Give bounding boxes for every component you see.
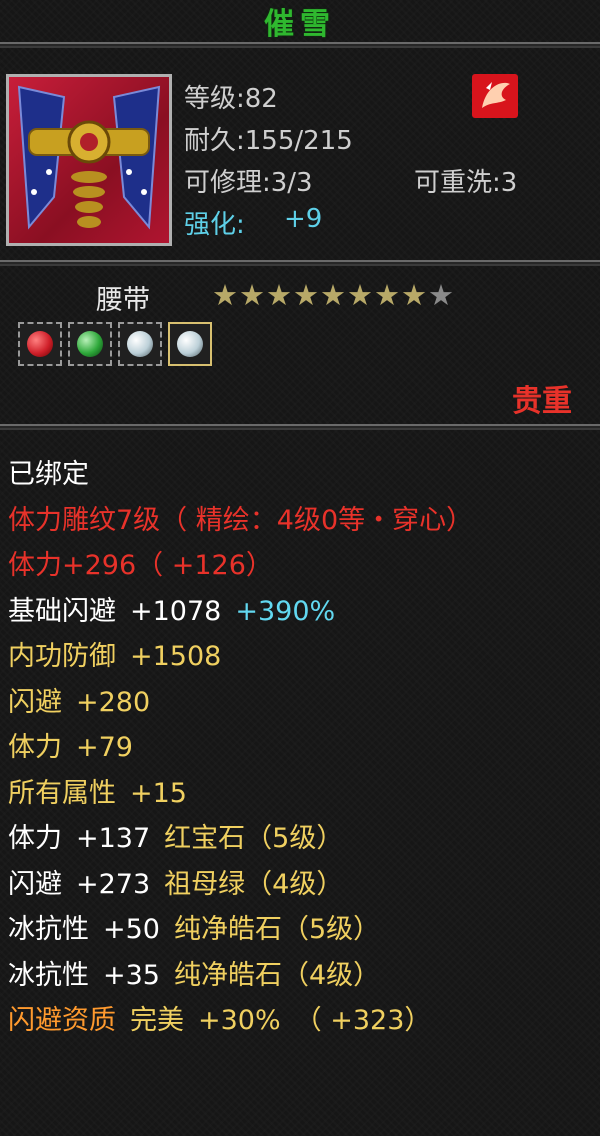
star-empty-icon: ★ <box>428 278 454 312</box>
item-name: 催雪 <box>264 7 336 42</box>
stat-label: 冰抗性 <box>8 914 89 945</box>
divider <box>0 42 600 48</box>
stamina-total-line: 体力+296（ +126） <box>8 550 273 581</box>
star-icon: ★ <box>347 278 373 312</box>
stat-label: 基础闪避 <box>8 595 116 627</box>
diamond-gem-icon[interactable] <box>168 322 212 366</box>
all-attributes-line: 所有属性 +15 <box>8 771 473 817</box>
ruby-gem-icon[interactable] <box>18 322 62 366</box>
item-repairs: 可修理:3/3 <box>184 168 313 198</box>
aptitude-bonus: （ +323） <box>294 1005 432 1036</box>
divider <box>0 260 600 266</box>
stat-value: +273 <box>76 868 151 900</box>
star-icon: ★ <box>293 278 319 312</box>
gem-name: 纯净皓石（5级） <box>173 914 381 945</box>
star-rating: ★ ★ ★ ★ ★ ★ ★ ★ ★ <box>212 280 454 310</box>
belt-item-icon <box>6 74 172 246</box>
star-icon: ★ <box>401 278 427 312</box>
item-durability: 耐久:155/215 <box>184 126 353 156</box>
bound-status: 已绑定 <box>8 459 89 490</box>
star-icon: ★ <box>266 278 292 312</box>
star-icon: ★ <box>239 278 265 312</box>
gem-name: 祖母绿（4级） <box>164 868 344 900</box>
emerald-gem-icon[interactable] <box>68 322 112 366</box>
base-dodge-line: 基础闪避 +1078 +390% <box>8 589 473 635</box>
gem-name: 红宝石（5级） <box>164 823 344 854</box>
star-icon: ★ <box>212 278 238 312</box>
stat-label: 体力 <box>8 823 62 854</box>
stat-label: 体力 <box>8 732 62 763</box>
gem-stat-line: 冰抗性 +50 纯净皓石（5级） <box>8 907 473 953</box>
stat-percent: +390% <box>235 595 336 627</box>
dodge-line: 闪避 +280 <box>8 680 473 726</box>
stat-value: +79 <box>76 732 133 763</box>
diamond-gem-icon[interactable] <box>118 322 162 366</box>
rarity-label: 贵重 <box>512 384 572 419</box>
stat-value: +1078 <box>130 595 222 627</box>
item-type: 腰带 <box>96 285 150 316</box>
engrave-line: 体力雕纹7级（ 精绘：4级0等・穿心） <box>8 504 474 536</box>
stat-label: 所有属性 <box>8 777 116 809</box>
stamina-line: 体力 +79 <box>8 725 473 771</box>
aptitude-percent: +30% <box>198 1005 281 1036</box>
stat-label: 内功防御 <box>8 641 116 672</box>
stat-value: +1508 <box>130 641 222 672</box>
dragon-emblem-icon <box>472 74 518 118</box>
inner-defense-line: 内功防御 +1508 <box>8 634 473 680</box>
enhance-value: +9 <box>284 204 323 234</box>
stat-value: +35 <box>103 959 160 991</box>
star-icon: ★ <box>320 278 346 312</box>
stat-value: +280 <box>76 686 151 718</box>
gem-name: 纯净皓石（4级） <box>173 959 381 991</box>
gem-sockets <box>18 322 212 366</box>
title-bar: 催雪 <box>0 0 600 42</box>
stat-label: 闪避 <box>8 686 62 718</box>
stat-label: 冰抗性 <box>8 959 89 991</box>
item-rewash: 可重洗:3 <box>414 168 518 198</box>
aptitude-label: 闪避资质 <box>8 1005 116 1036</box>
stat-value: +15 <box>130 777 187 809</box>
stat-label: 闪避 <box>8 868 62 900</box>
star-icon: ★ <box>374 278 400 312</box>
stat-value: +50 <box>103 914 160 945</box>
attribute-list: 已绑定 体力雕纹7级（ 精绘：4级0等・穿心） 体力+296（ +126） 基础… <box>8 452 473 1044</box>
divider <box>0 424 600 430</box>
item-level: 等级:82 <box>184 84 278 114</box>
stat-value: +137 <box>76 823 151 854</box>
gem-stat-line: 闪避 +273 祖母绿（4级） <box>8 862 473 908</box>
gem-stat-line: 冰抗性 +35 纯净皓石（4级） <box>8 953 473 999</box>
aptitude-grade: 完美 <box>130 1005 184 1036</box>
gem-stat-line: 体力 +137 红宝石（5级） <box>8 816 473 862</box>
item-tooltip-panel: 催雪 等级:82 耐久:155/215 可修理:3/3 可重洗:3 强化: +9… <box>0 0 600 1136</box>
aptitude-line: 闪避资质 完美 +30% （ +323） <box>8 998 473 1044</box>
enhance-label: 强化: <box>184 210 245 240</box>
